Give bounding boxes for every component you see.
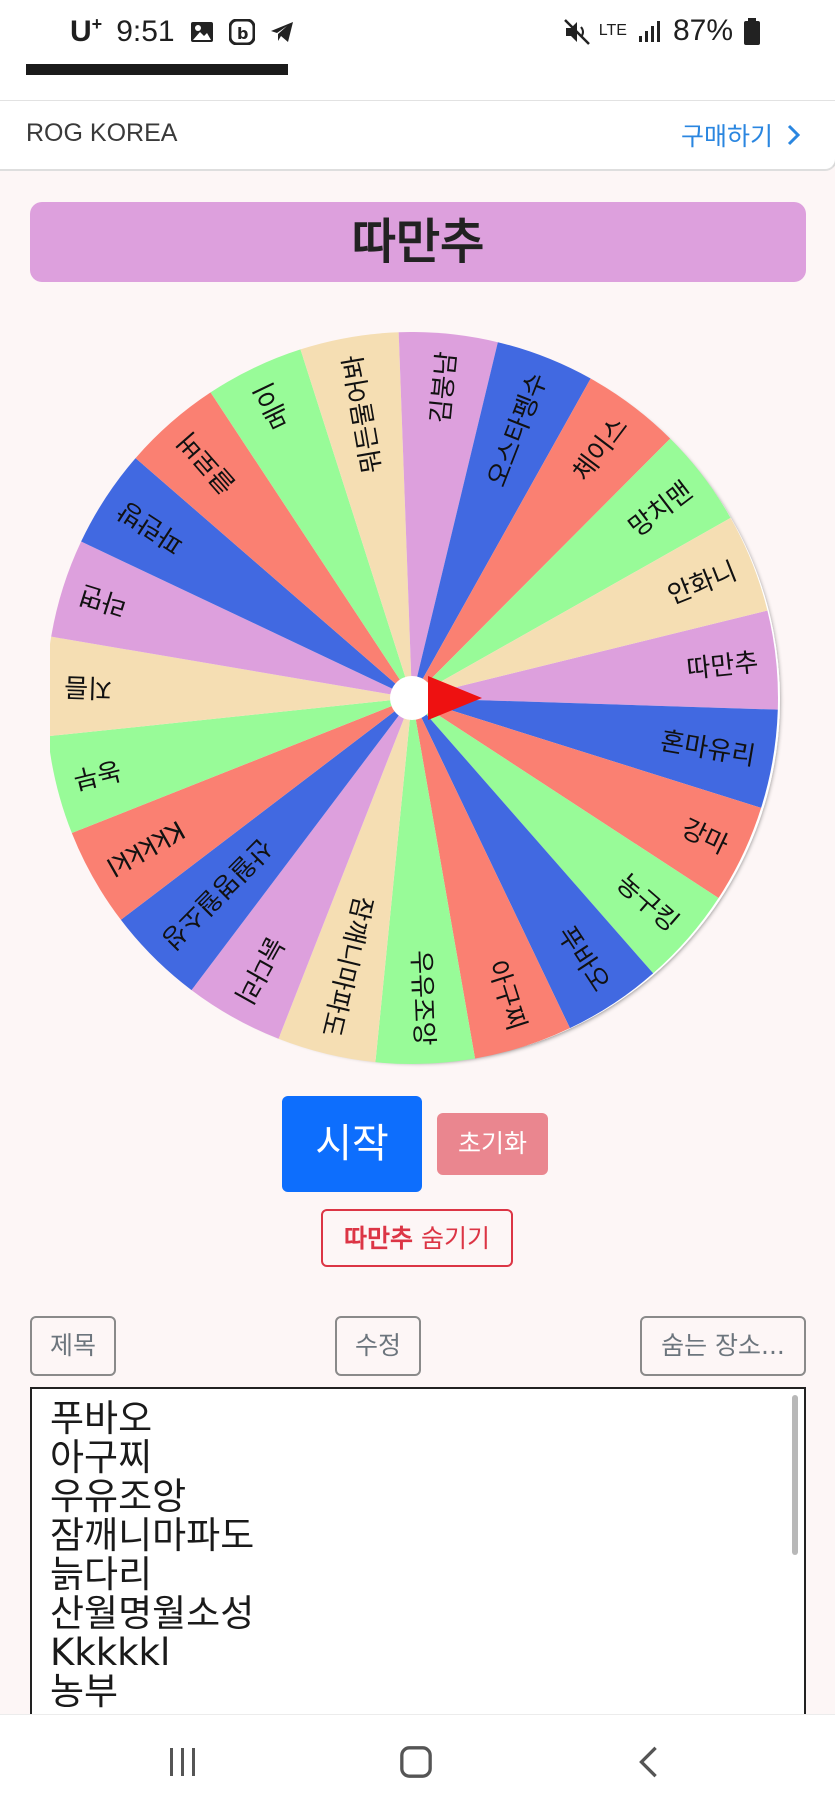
- list-item: 늙다리: [50, 1553, 153, 1596]
- ad-buy-label: 구매하기: [680, 122, 773, 151]
- page-title: 따만추: [30, 202, 806, 282]
- textarea-scrollbar[interactable]: [792, 1395, 798, 1555]
- gallery-icon: [189, 19, 215, 45]
- telegram-icon: [269, 19, 295, 45]
- list-item: 아구찌: [50, 1436, 153, 1479]
- status-right: LTE 87%: [563, 14, 769, 48]
- list-item: 푸바오: [50, 1397, 153, 1440]
- roulette-wheel[interactable]: 따만추 혼마유리 강마 농구킹 푸바오 아구찌 우유조앙 잠깨니마파도 늙다리 산월명월소성 Kkk…: [50, 332, 786, 1068]
- list-item: Kkkkkl: [50, 1631, 171, 1674]
- band-app-icon: b: [228, 18, 256, 45]
- back-icon[interactable]: [636, 1745, 662, 1779]
- battery-percent: 87%: [672, 14, 733, 47]
- hide-target-label: 따만추: [344, 1224, 414, 1253]
- hide-action-label: 숨기기: [413, 1224, 490, 1253]
- network-label: LTE: [598, 22, 627, 39]
- system-nav-bar: [0, 1714, 835, 1811]
- names-textarea[interactable]: 푸바오 아구찌 우유조앙 잠깨니마파도 늙다리 산월명월소성 Kkkkkl 농부: [30, 1387, 806, 1717]
- list-item: 산월명월소성: [50, 1592, 255, 1635]
- reset-button[interactable]: 초기화: [437, 1113, 548, 1175]
- list-item: 농부: [50, 1670, 119, 1713]
- home-icon[interactable]: [398, 1745, 434, 1779]
- wheel-segment-label: 우유조앙: [405, 950, 438, 1047]
- svg-text:b: b: [237, 24, 248, 43]
- battery-icon: [743, 18, 769, 45]
- start-button[interactable]: 시작: [282, 1096, 422, 1192]
- edit-button[interactable]: 수정: [335, 1316, 421, 1376]
- list-item: 잠깨니마파도: [50, 1514, 255, 1557]
- chevron-right-icon: [787, 124, 801, 146]
- wheel-segment-label: 지름: [64, 671, 113, 703]
- hiding-place-button[interactable]: 숨는 장소...: [640, 1316, 806, 1376]
- status-left: U+ 9:51 b: [70, 14, 295, 49]
- clock: 9:51: [116, 14, 175, 48]
- wheel-center-hub: [390, 676, 434, 720]
- hide-toggle-button[interactable]: 따만추 숨기기: [321, 1209, 513, 1267]
- mute-icon: [563, 18, 590, 45]
- wheel-canvas[interactable]: 따만추혼마유리강마농구킹푸바오아구찌우유조앙잠깨니마파도늙다리산월명월소성Kkk…: [50, 332, 786, 1068]
- recent-apps-icon[interactable]: [166, 1745, 200, 1779]
- signal-icon: [637, 18, 663, 44]
- ad-banner[interactable]: ROG KOREA 구매하기: [0, 100, 835, 171]
- ad-image[interactable]: [26, 64, 288, 75]
- ad-buy-link[interactable]: 구매하기: [681, 117, 801, 153]
- status-bar: U+ 9:51 b LTE 87%: [0, 0, 835, 64]
- ad-brand: ROG KOREA: [26, 119, 178, 147]
- carrier-label: U+: [70, 14, 103, 48]
- list-item: 우유조앙: [50, 1475, 187, 1518]
- title-button[interactable]: 제목: [30, 1316, 116, 1376]
- ad-image-strip[interactable]: [0, 64, 835, 102]
